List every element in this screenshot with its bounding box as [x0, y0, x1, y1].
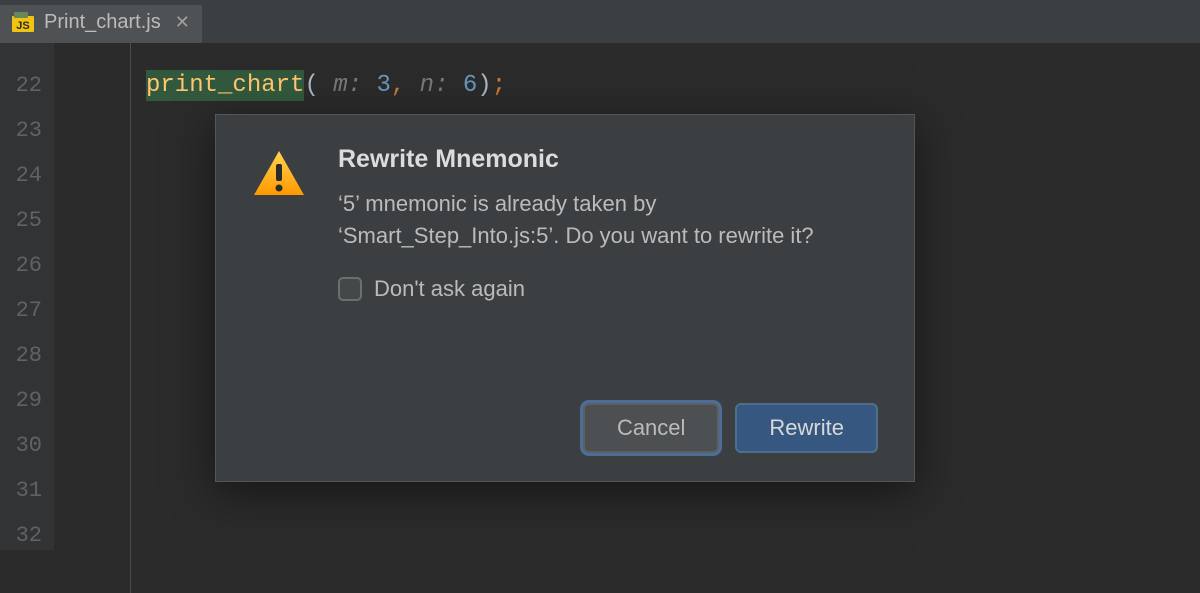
dialog-title: Rewrite Mnemonic: [338, 145, 878, 174]
line-number: 24: [0, 153, 42, 198]
line-number: 30: [0, 423, 42, 468]
tab-bar: JS Print_chart.js ✕: [0, 5, 1200, 43]
line-gutter: 2223242526272829303132: [0, 43, 54, 550]
dialog-content: Rewrite Mnemonic ‘5’ mnemonic is already…: [338, 145, 878, 391]
dont-ask-row[interactable]: Don't ask again: [338, 276, 878, 302]
line-number: 32: [0, 513, 42, 558]
svg-text:JS: JS: [16, 20, 29, 32]
line-number: 27: [0, 288, 42, 333]
line-number: 23: [0, 108, 42, 153]
param-hint: n:: [405, 72, 463, 99]
param-hint: m:: [319, 72, 377, 99]
gutter-divider: [130, 43, 131, 593]
semicolon: ;: [492, 72, 506, 99]
line-number: 28: [0, 333, 42, 378]
js-file-icon: JS: [12, 12, 34, 34]
file-tab[interactable]: JS Print_chart.js ✕: [0, 5, 202, 43]
arg-value: 3: [376, 72, 390, 99]
dialog-buttons: Cancel Rewrite: [252, 403, 878, 453]
dont-ask-checkbox[interactable]: [338, 277, 362, 301]
line-number: 25: [0, 198, 42, 243]
rewrite-button[interactable]: Rewrite: [735, 403, 878, 453]
tab-filename: Print_chart.js: [44, 11, 161, 34]
line-number: 26: [0, 243, 42, 288]
arg-value: 6: [463, 72, 477, 99]
code-line: print_chart( m: 3, n: 6);: [146, 63, 1200, 108]
warning-icon: [252, 149, 306, 391]
dialog-body: Rewrite Mnemonic ‘5’ mnemonic is already…: [252, 145, 878, 391]
close-icon[interactable]: ✕: [175, 12, 190, 33]
line-number: 29: [0, 378, 42, 423]
cancel-button[interactable]: Cancel: [583, 403, 719, 453]
checkbox-label: Don't ask again: [374, 276, 525, 302]
dialog-message: ‘5’ mnemonic is already taken by ‘Smart_…: [338, 188, 878, 252]
line-number: 22: [0, 63, 42, 108]
open-paren: (: [304, 72, 318, 99]
rewrite-mnemonic-dialog: Rewrite Mnemonic ‘5’ mnemonic is already…: [215, 114, 915, 482]
comma: ,: [391, 72, 405, 99]
close-paren: ): [477, 72, 491, 99]
function-name: print_chart: [146, 70, 304, 101]
line-number: 31: [0, 468, 42, 513]
